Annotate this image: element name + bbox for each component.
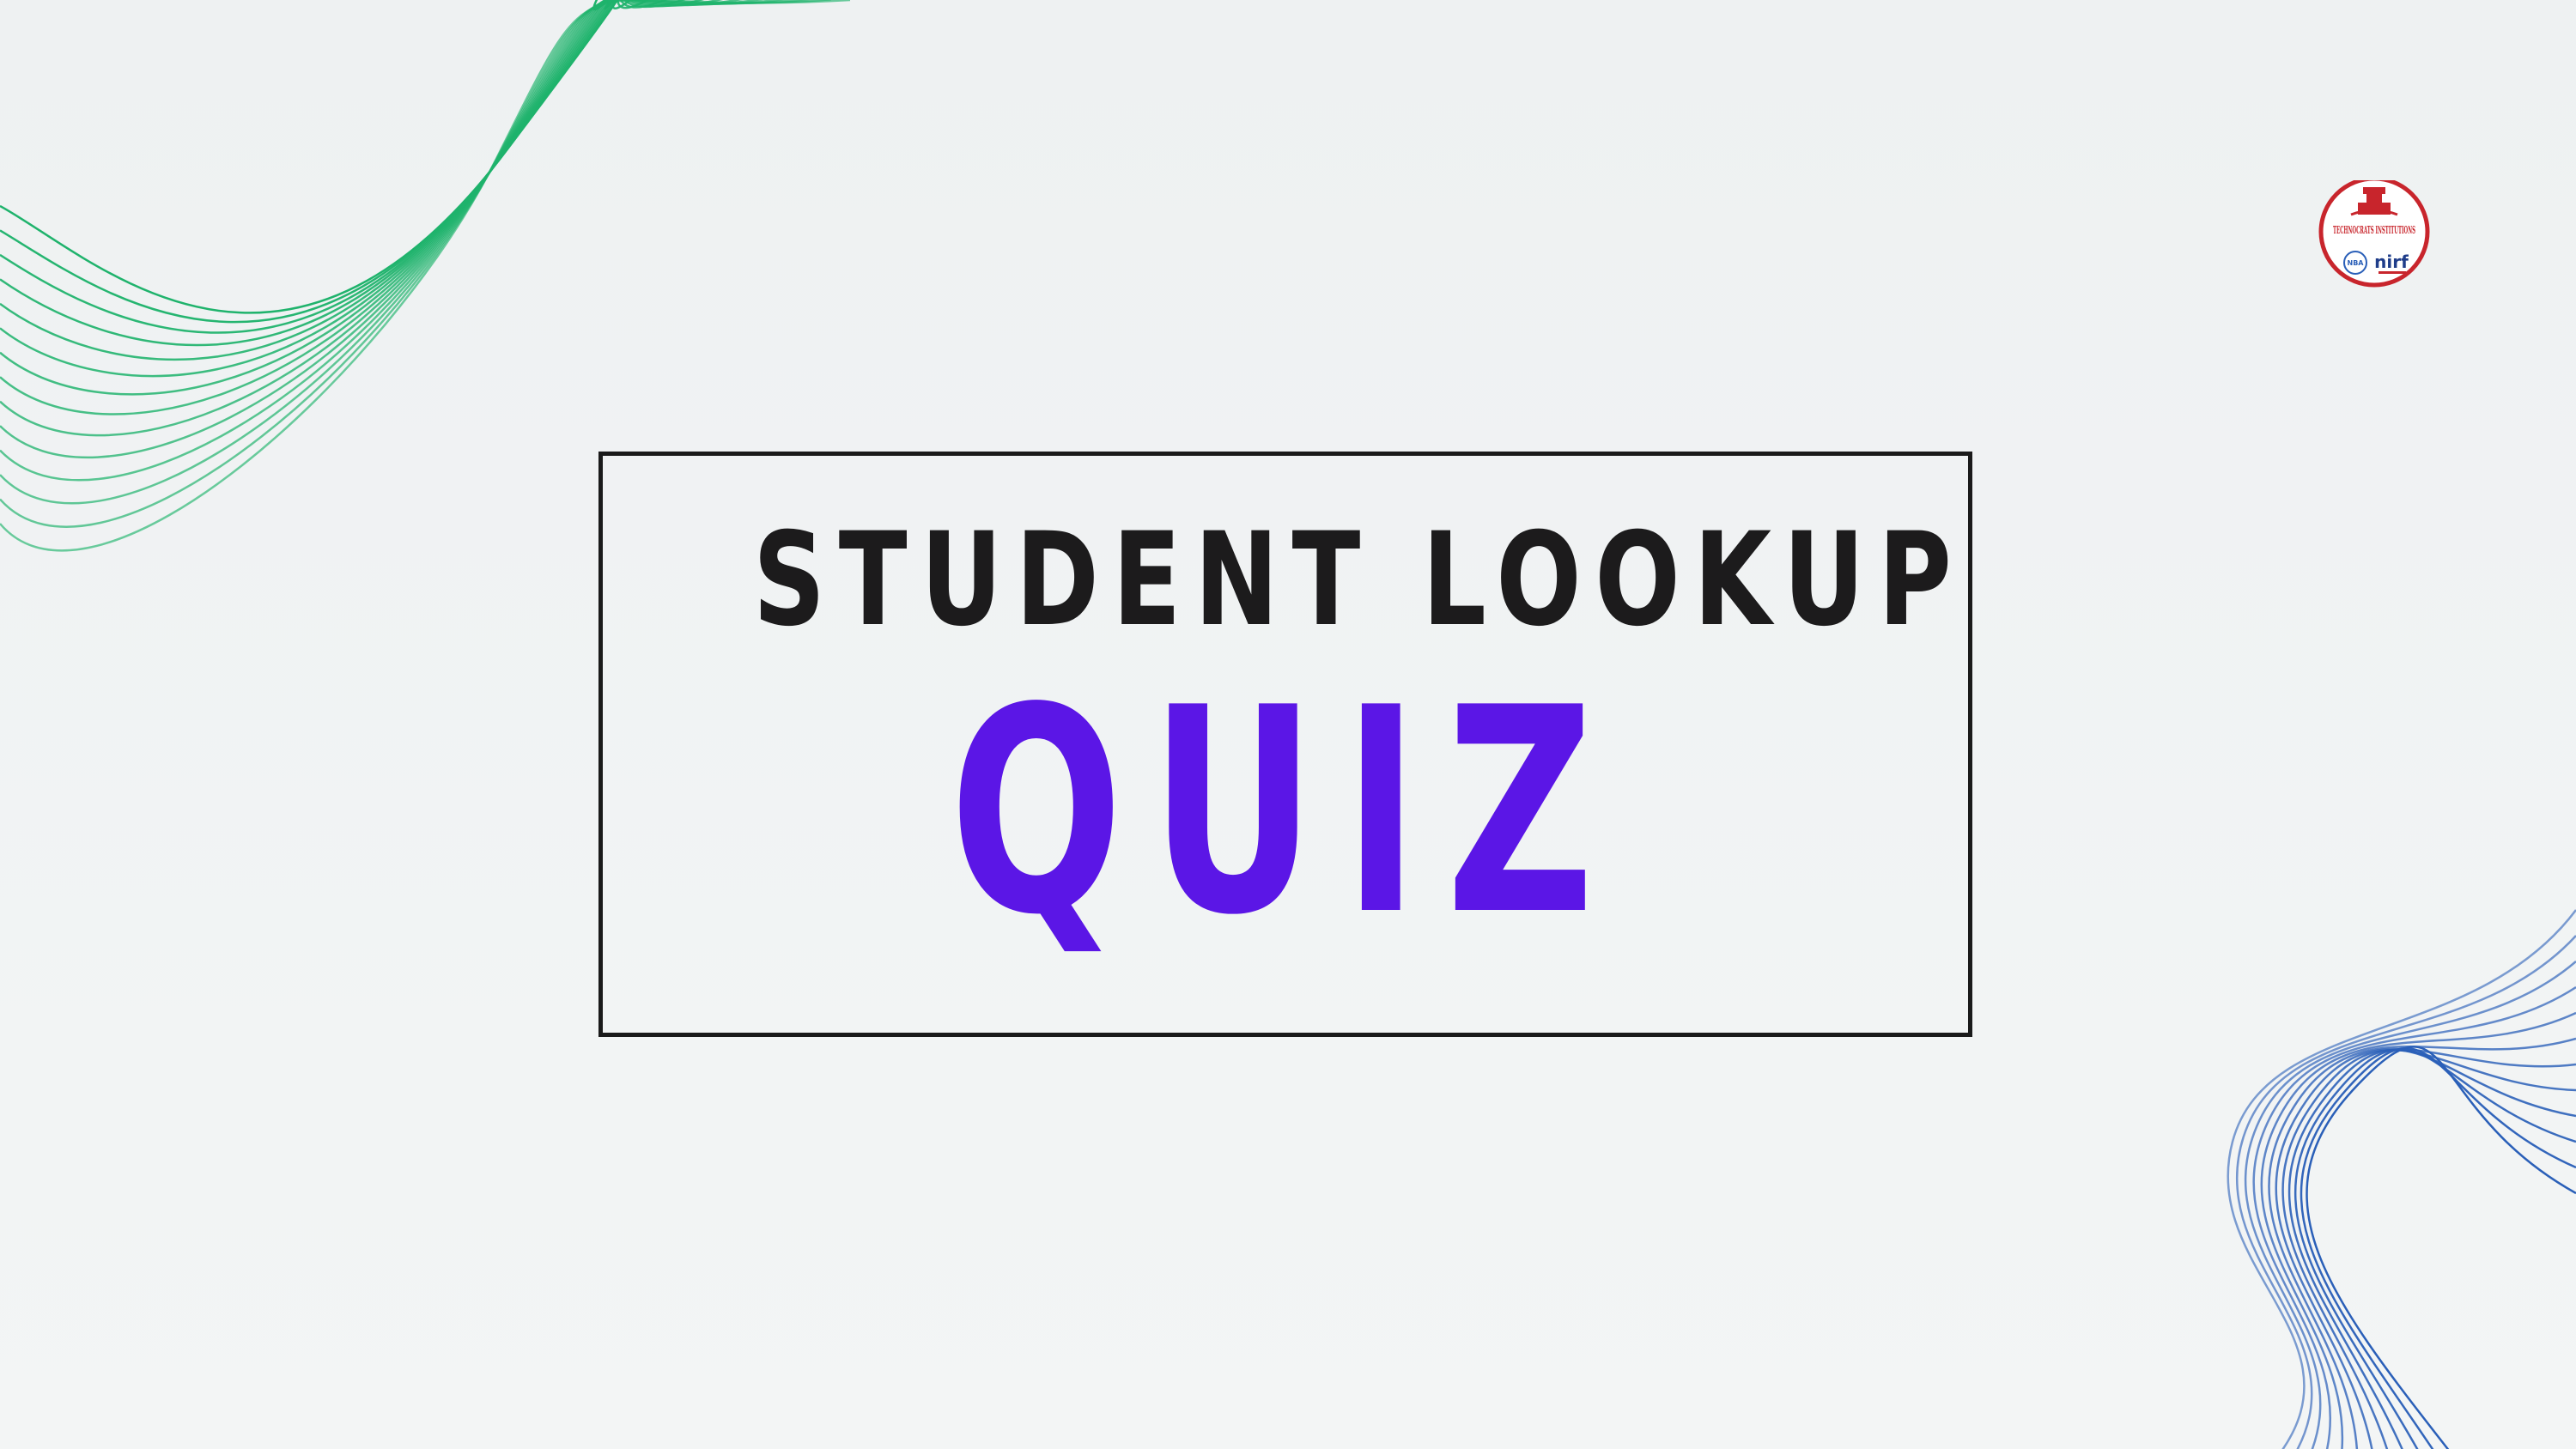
blue-wave-line [2300, 1046, 2576, 1449]
blue-wave-line [2287, 1049, 2576, 1449]
nba-badge-text: NBA [2348, 259, 2365, 267]
slide-subheading: QUIZ [949, 647, 1622, 977]
blue-wave-line [2252, 985, 2576, 1449]
blue-wave-line [2306, 1046, 2576, 1449]
blue-wave-line [2260, 1011, 2576, 1449]
logo-text: TECHNOCRATS INSTITUTIONS [2333, 224, 2415, 236]
institution-logo: TECHNOCRATS INSTITUTIONS NBA nirf [2318, 180, 2430, 288]
nirf-underline [2379, 271, 2406, 274]
blue-wave-line [2275, 1047, 2576, 1449]
slide-heading: STUDENT LOOKUP [752, 506, 1965, 655]
title-frame: STUDENT LOOKUP QUIZ [598, 452, 1972, 1037]
nirf-badge-text: nirf [2374, 252, 2409, 272]
blue-wave-line [2227, 909, 2576, 1449]
slide-canvas: STUDENT LOOKUP QUIZ TECHNOCRATS INSTITUT… [0, 0, 2576, 1449]
